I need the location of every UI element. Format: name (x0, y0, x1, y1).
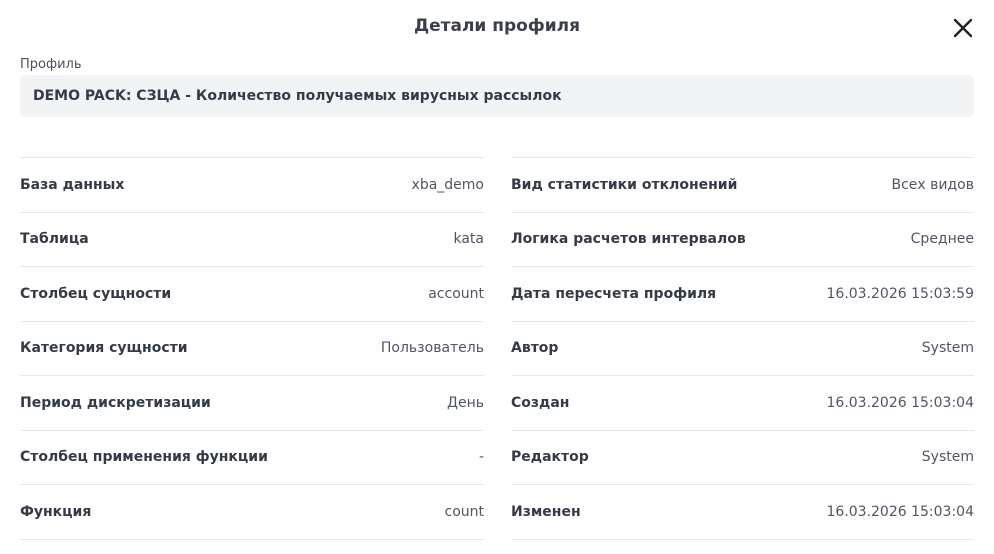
profile-label: Профиль (20, 57, 82, 72)
detail-value: count (444, 503, 485, 520)
modal-title: Детали профиля (413, 16, 580, 36)
detail-key: Столбец применения функции (20, 449, 268, 466)
detail-value: - (478, 449, 484, 466)
detail-row-entity-column: Столбец сущности account (20, 267, 484, 322)
detail-row-table: Таблица kata (20, 213, 484, 267)
detail-value: 16.03.2026 15:03:59 (826, 285, 975, 302)
detail-key: Категория сущности (20, 340, 188, 357)
detail-value: Пользователь (380, 340, 484, 357)
detail-row-function: Функция count (20, 485, 484, 540)
detail-key: Дата пересчета профиля (511, 285, 717, 302)
close-button[interactable] (951, 16, 975, 40)
detail-key: Функция (20, 503, 92, 520)
detail-row-function-column: Столбец применения функции - (20, 431, 484, 485)
detail-value: account (428, 285, 484, 302)
detail-value: Среднее (910, 231, 974, 248)
detail-key: Автор (511, 340, 559, 357)
detail-row-database: База данных xba_demo (20, 158, 484, 213)
detail-row-editor: Редактор System (511, 431, 974, 485)
detail-value: 16.03.2026 15:03:04 (826, 503, 975, 520)
detail-key: Таблица (20, 231, 89, 248)
detail-key: Логика расчетов интервалов (511, 231, 746, 248)
detail-key: База данных (20, 176, 125, 193)
profile-field: DEMO PACK: СЗЦА - Количество получаемых … (20, 75, 974, 117)
detail-key: Вид статистики отклонений (511, 176, 738, 193)
details-left-column: База данных xba_demo Таблица kata Столбе… (20, 157, 484, 540)
detail-row-deviation-stats-type: Вид статистики отклонений Всех видов (511, 158, 974, 213)
detail-value: System (921, 449, 974, 466)
detail-value: 16.03.2026 15:03:04 (826, 394, 975, 411)
close-icon (953, 18, 973, 38)
profile-details-modal: Детали профиля Профиль DEMO PACK: СЗЦА -… (0, 0, 994, 554)
detail-row-modified: Изменен 16.03.2026 15:03:04 (511, 485, 974, 540)
detail-row-author: Автор System (511, 322, 974, 376)
details-right-column: Вид статистики отклонений Всех видов Лог… (511, 157, 974, 540)
detail-value: День (447, 394, 484, 411)
detail-row-interval-logic: Логика расчетов интервалов Среднее (511, 213, 974, 267)
detail-row-created: Создан 16.03.2026 15:03:04 (511, 376, 974, 431)
detail-row-recalc-date: Дата пересчета профиля 16.03.2026 15:03:… (511, 267, 974, 322)
detail-key: Создан (511, 394, 570, 411)
detail-row-discretization-period: Период дискретизации День (20, 376, 484, 431)
detail-key: Редактор (511, 449, 589, 466)
detail-value: System (921, 340, 974, 357)
profile-value: DEMO PACK: СЗЦА - Количество получаемых … (33, 88, 562, 104)
detail-key: Столбец сущности (20, 285, 172, 302)
detail-value: kata (453, 231, 484, 248)
detail-row-entity-category: Категория сущности Пользователь (20, 322, 484, 376)
detail-key: Изменен (511, 503, 581, 520)
detail-value: Всех видов (891, 176, 975, 193)
detail-key: Период дискретизации (20, 394, 211, 411)
detail-value: xba_demo (411, 176, 484, 193)
